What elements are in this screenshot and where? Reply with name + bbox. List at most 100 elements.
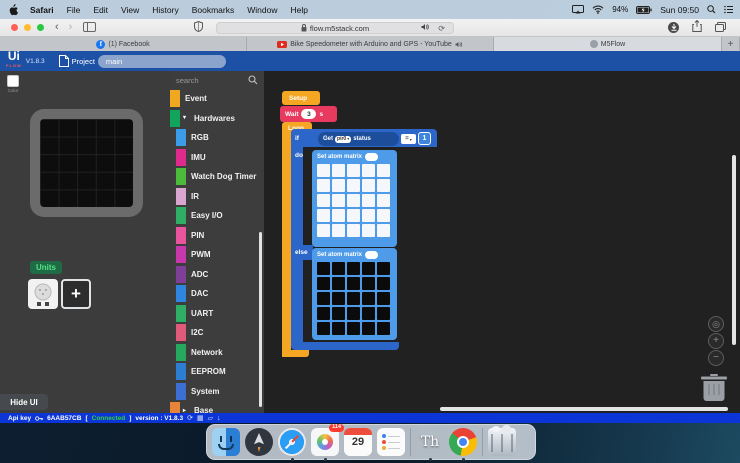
footer-download-icon[interactable]: ↓ xyxy=(217,415,221,422)
category-expand-arrow-icon[interactable]: ▼ xyxy=(180,115,189,121)
device-led-screen[interactable] xyxy=(40,119,133,207)
matrix-cell[interactable] xyxy=(332,224,345,237)
dock-launchpad-icon[interactable] xyxy=(245,428,273,456)
dock-trash-icon[interactable] xyxy=(488,428,516,456)
menu-edit[interactable]: Edit xyxy=(93,5,108,15)
workspace-vertical-scrollbar[interactable] xyxy=(732,155,736,345)
menu-help[interactable]: Help xyxy=(290,5,307,15)
trash-icon[interactable] xyxy=(701,374,727,401)
blockly-workspace[interactable]: Setup Wait 3 s Loop if else do Get pir0▾… xyxy=(264,71,740,413)
matrix-cell[interactable] xyxy=(347,209,360,222)
dock-photos-icon[interactable]: 114 xyxy=(311,428,339,456)
sidebar-item-ir[interactable]: IR xyxy=(170,187,264,207)
matrix-cell[interactable] xyxy=(377,224,390,237)
tabs-overview-icon[interactable] xyxy=(715,19,726,37)
menu-history[interactable]: History xyxy=(152,5,178,15)
dock-calendar-icon[interactable]: 29 xyxy=(344,428,372,456)
matrix-cell[interactable] xyxy=(362,164,375,177)
matrix-cell[interactable] xyxy=(362,224,375,237)
setup-block[interactable]: Setup xyxy=(282,91,320,105)
matrix-cell[interactable] xyxy=(332,292,345,305)
menu-window[interactable]: Window xyxy=(247,5,277,15)
matrix-cell[interactable] xyxy=(317,164,330,177)
set-atom-matrix-block-else[interactable]: Set atom matrix xyxy=(312,248,397,340)
operator-dropdown[interactable]: =▾ xyxy=(401,134,416,144)
matrix-cell[interactable] xyxy=(347,322,360,335)
matrix-cell[interactable] xyxy=(362,277,375,290)
matrix-cell[interactable] xyxy=(362,179,375,192)
screen-mirroring-icon[interactable] xyxy=(572,5,584,14)
zoom-out-button[interactable]: − xyxy=(708,350,724,366)
reload-icon[interactable]: ⟳ xyxy=(438,24,445,33)
menu-file[interactable]: File xyxy=(67,5,81,15)
loop-block-foot[interactable] xyxy=(282,350,309,357)
matrix-cell[interactable] xyxy=(347,194,360,207)
sidebar-scrollbar[interactable] xyxy=(259,232,262,407)
back-button[interactable]: ‹ xyxy=(55,22,59,33)
color-value-pill[interactable] xyxy=(365,251,378,259)
pir-unit-tile[interactable] xyxy=(28,279,58,309)
matrix-cell[interactable] xyxy=(317,209,330,222)
wifi-icon[interactable] xyxy=(592,5,604,14)
get-status-block[interactable]: Get pir0▾ status xyxy=(318,132,399,146)
refresh-connection-icon[interactable]: ⟳ xyxy=(187,414,193,422)
matrix-cell[interactable] xyxy=(377,322,390,335)
matrix-cell[interactable] xyxy=(377,277,390,290)
matrix-cell[interactable] xyxy=(347,179,360,192)
atom-matrix-device-preview[interactable] xyxy=(30,109,143,217)
wait-block[interactable]: Wait 3 s xyxy=(280,106,337,122)
matrix-cell[interactable] xyxy=(332,164,345,177)
matrix-cell[interactable] xyxy=(362,322,375,335)
matrix-cell[interactable] xyxy=(332,277,345,290)
minimize-window-button[interactable] xyxy=(24,24,31,31)
device-grid-icon[interactable]: ▦ xyxy=(197,414,204,422)
tab-facebook[interactable]: f (1) Facebook xyxy=(0,37,247,51)
zoom-center-button[interactable]: ◎ xyxy=(708,316,724,332)
matrix-cell[interactable] xyxy=(317,194,330,207)
downloads-icon[interactable] xyxy=(668,22,679,33)
matrix-cell[interactable] xyxy=(377,262,390,275)
new-tab-button[interactable]: + xyxy=(722,37,740,51)
menu-view[interactable]: View xyxy=(121,5,139,15)
sidebar-item-hardwares[interactable]: ▼Hardwares xyxy=(170,109,264,129)
dock-safari-icon[interactable] xyxy=(278,428,306,456)
loop-block-spine[interactable] xyxy=(282,134,291,357)
matrix-cell[interactable] xyxy=(347,292,360,305)
add-unit-button[interactable]: + xyxy=(61,279,91,309)
matrix-cell[interactable] xyxy=(347,277,360,290)
matrix-cell[interactable] xyxy=(332,179,345,192)
sidebar-toggle-icon[interactable] xyxy=(83,19,96,37)
sidebar-item-easy-i-o[interactable]: Easy I/O xyxy=(170,206,264,226)
sidebar-item-network[interactable]: Network xyxy=(170,343,264,363)
matrix-cell[interactable] xyxy=(317,277,330,290)
sidebar-item-eeprom[interactable]: EEPROM xyxy=(170,362,264,382)
matrix-cell[interactable] xyxy=(332,194,345,207)
matrix-cell[interactable] xyxy=(377,209,390,222)
matrix-cell[interactable] xyxy=(362,194,375,207)
matrix-cell[interactable] xyxy=(332,322,345,335)
sidebar-item-base[interactable]: ►Base xyxy=(170,401,264,413)
matrix-cell[interactable] xyxy=(347,224,360,237)
sidebar-item-event[interactable]: Event xyxy=(170,89,264,109)
folder-icon[interactable]: ▱ xyxy=(208,414,213,422)
sidebar-item-imu[interactable]: IMU xyxy=(170,148,264,168)
number-value-block[interactable]: 1 xyxy=(418,132,431,145)
matrix-cell[interactable] xyxy=(332,262,345,275)
matrix-cell[interactable] xyxy=(347,307,360,320)
hide-ui-button[interactable]: Hide UI xyxy=(0,394,48,410)
workspace-horizontal-scrollbar[interactable] xyxy=(440,407,728,411)
tab-m5flow[interactable]: M5Flow xyxy=(494,37,722,51)
matrix-cell[interactable] xyxy=(377,179,390,192)
project-label[interactable]: Project xyxy=(72,57,95,66)
matrix-cell[interactable] xyxy=(362,209,375,222)
search-input[interactable] xyxy=(176,76,242,85)
sidebar-item-pwm[interactable]: PWM xyxy=(170,245,264,265)
zoom-window-button[interactable] xyxy=(37,24,44,31)
matrix-cell[interactable] xyxy=(347,262,360,275)
color-value-pill[interactable] xyxy=(365,153,378,161)
tab-audio-icon[interactable] xyxy=(421,23,429,33)
zoom-in-button[interactable]: + xyxy=(708,333,724,349)
color-swatch[interactable] xyxy=(7,75,19,87)
set-atom-matrix-block-do[interactable]: Set atom matrix xyxy=(312,150,397,247)
wait-value-input[interactable]: 3 xyxy=(301,109,316,119)
